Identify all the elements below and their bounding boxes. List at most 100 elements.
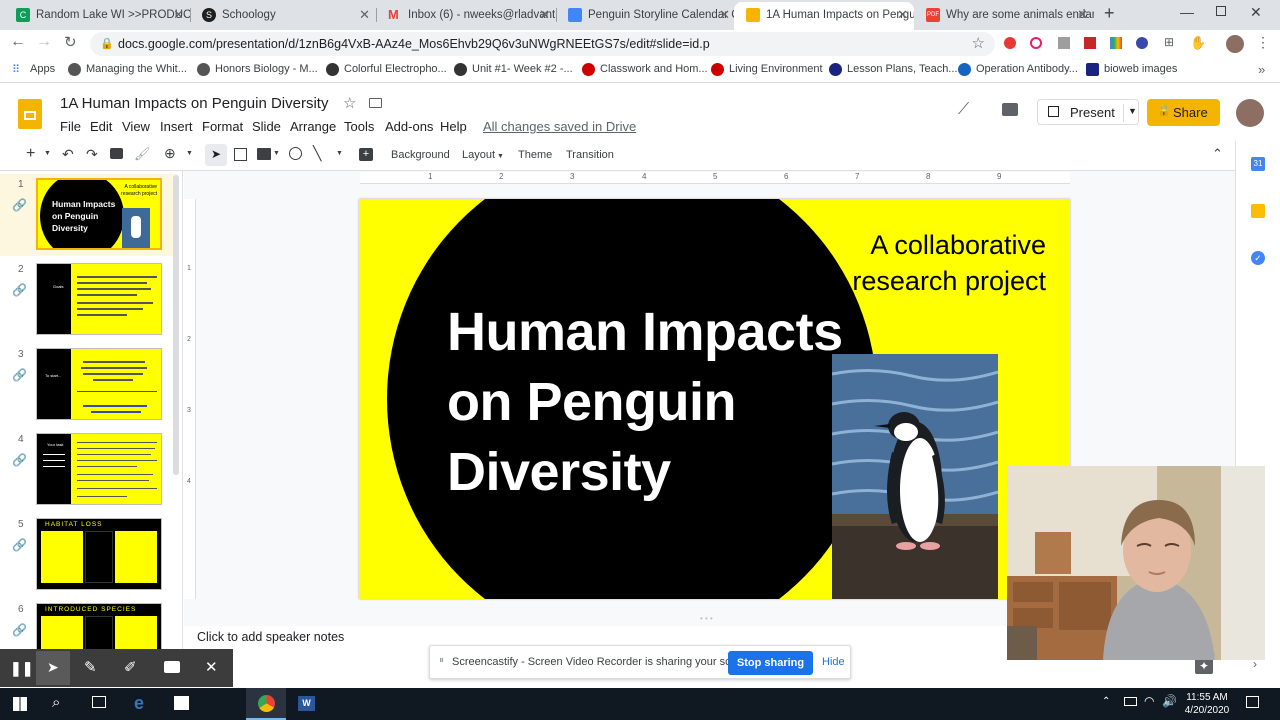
line-icon[interactable]: ╲ (313, 145, 321, 162)
slide-thumbnail[interactable]: Habitat Loss (36, 518, 162, 590)
minimize-button[interactable]: — (1180, 4, 1194, 20)
filmstrip-slide-6[interactable]: 6 🔗 Introduced Species (0, 599, 178, 649)
zoom-icon[interactable]: ⊕ (164, 145, 176, 162)
webcam-toggle-icon[interactable] (164, 661, 180, 673)
account-avatar[interactable] (1236, 99, 1264, 127)
menu-view[interactable]: View (122, 119, 150, 134)
drag-handle-icon[interactable]: ⏸ (439, 655, 444, 666)
collapse-toolbar-icon[interactable]: ⌃ (1212, 146, 1223, 162)
menu-arrange[interactable]: Arrange (290, 119, 336, 134)
select-tool-button[interactable]: ➤ (205, 144, 227, 166)
activity-trend-icon[interactable]: ⟋ (958, 101, 969, 119)
tray-expand-icon[interactable]: ⌃ (1102, 696, 1110, 707)
slide-subtitle-text[interactable]: A collaborative research project (806, 227, 1046, 299)
slide-thumbnail[interactable]: Human Impacts on Penguin Diversity A col… (36, 178, 162, 250)
extension-icon[interactable] (1058, 37, 1070, 49)
browser-tab-penguin-calendar[interactable]: Penguin Storyline Calendar C ✕ (556, 2, 736, 30)
extension-icon[interactable] (1110, 37, 1122, 49)
slide-thumbnail[interactable]: Goals (36, 263, 162, 335)
bookmark-item[interactable]: Lesson Plans, Teach... (829, 63, 957, 76)
filmstrip-slide-3[interactable]: 3 🔗 To start... (0, 344, 178, 428)
maximize-button[interactable] (1216, 6, 1226, 16)
cursor-tool-button[interactable]: ➤ (36, 651, 70, 685)
new-slide-plus-icon[interactable]: + (26, 145, 35, 163)
print-icon[interactable] (110, 148, 123, 159)
slides-logo-icon[interactable] (18, 99, 42, 129)
current-slide[interactable]: Human Impacts on Penguin Diversity A col… (359, 199, 1070, 599)
extension-icon[interactable] (1030, 37, 1042, 49)
bookmark-item[interactable]: Living Environment (711, 63, 823, 76)
calendar-icon[interactable]: 31 (1251, 157, 1265, 171)
address-bar[interactable]: 🔒 docs.google.com/presentation/d/1znB6g4… (90, 32, 995, 56)
clock[interactable]: 11:55 AM 4/20/2020 (1184, 691, 1230, 717)
menu-format[interactable]: Format (202, 119, 243, 134)
browser-tab-why-animals[interactable]: PDF Why are some animals endan ✕ (914, 2, 1094, 30)
bookmark-item[interactable]: Colorful Electropho... (326, 63, 447, 76)
menu-addons[interactable]: Add-ons (385, 119, 433, 134)
tab-close-icon[interactable]: ✕ (539, 2, 550, 28)
penguin-image[interactable] (832, 354, 998, 599)
present-button[interactable]: Present ▼ (1037, 99, 1139, 125)
slide-thumbnail[interactable]: To start... (36, 348, 162, 420)
extension-icon[interactable] (1004, 37, 1016, 49)
bookmarks-overflow-icon[interactable]: » (1258, 62, 1265, 77)
store-taskbar-button[interactable] (162, 688, 202, 720)
bookmark-item[interactable]: Unit #1- Week #2 -... (454, 63, 573, 76)
image-icon[interactable] (257, 148, 271, 160)
new-tab-button[interactable]: + (1104, 3, 1115, 24)
bookmark-star-icon[interactable]: ☆ (972, 34, 985, 52)
tasks-icon[interactable]: ✓ (1251, 251, 1265, 265)
shape-icon[interactable] (289, 147, 302, 160)
filmstrip-slide-1[interactable]: 1 🔗 Human Impacts on Penguin Diversity A… (0, 174, 178, 256)
reload-icon[interactable]: ↻ (64, 33, 77, 51)
new-slide-dropdown-icon[interactable]: ▼ (44, 150, 51, 157)
search-button[interactable]: ⌕ (40, 688, 80, 720)
vertical-ruler[interactable]: 1 2 3 4 (184, 199, 196, 599)
background-button[interactable]: Background (391, 149, 450, 161)
layout-button[interactable]: Layout ▼ (462, 149, 504, 161)
move-folder-icon[interactable] (369, 98, 382, 108)
transition-button[interactable]: Transition (566, 149, 614, 161)
line-dropdown-icon[interactable]: ▼ (336, 150, 343, 157)
pen-icon[interactable]: ✎ (84, 658, 97, 676)
battery-icon[interactable] (1124, 697, 1137, 706)
bookmark-item[interactable]: Managing the Whit... (68, 63, 187, 76)
present-dropdown-icon[interactable]: ▼ (1128, 106, 1137, 116)
filmstrip-slide-4[interactable]: 4 🔗 Your task (0, 429, 178, 513)
comments-icon[interactable] (1002, 103, 1018, 116)
tab-close-icon[interactable]: ✕ (719, 2, 730, 28)
extensions-grid-icon[interactable]: ⊞ (1164, 35, 1174, 49)
eraser-icon[interactable]: ✐ (124, 658, 137, 676)
bookmark-item[interactable]: Honors Biology - M... (197, 63, 318, 76)
tab-close-icon[interactable]: ✕ (359, 2, 370, 28)
menu-file[interactable]: File (60, 119, 81, 134)
filmstrip-scrollbar[interactable] (173, 175, 179, 475)
webcam-overlay[interactable] (1007, 466, 1265, 660)
wifi-icon[interactable]: ◠ (1144, 694, 1154, 708)
notifications-icon[interactable] (1246, 696, 1259, 708)
filmstrip-slide-2[interactable]: 2 🔗 Goals (0, 259, 178, 343)
close-window-button[interactable]: ✕ (1250, 4, 1262, 21)
paint-format-icon[interactable]: 🖌 (134, 146, 151, 162)
menu-edit[interactable]: Edit (90, 119, 112, 134)
tab-close-icon[interactable]: ✕ (897, 2, 908, 28)
bookmark-item[interactable]: Operation Antibody... (958, 63, 1078, 76)
word-taskbar-button[interactable]: W (286, 688, 326, 720)
menu-tools[interactable]: Tools (344, 119, 374, 134)
text-box-icon[interactable] (234, 148, 247, 161)
slide-title-text[interactable]: Human Impacts on Penguin Diversity (447, 297, 847, 507)
bookmark-item[interactable]: Classwork and Hom... (582, 63, 708, 76)
close-toolbar-icon[interactable]: ✕ (205, 658, 218, 676)
browser-tab-human-impacts[interactable]: 1A Human Impacts on Pengu ✕ (734, 2, 914, 30)
windows-start-button[interactable] (0, 688, 40, 720)
star-icon[interactable]: ☆ (343, 94, 356, 112)
extension-hand-icon[interactable]: ✋ (1190, 35, 1206, 51)
zoom-dropdown-icon[interactable]: ▼ (186, 150, 193, 157)
image-dropdown-icon[interactable]: ▼ (273, 150, 280, 157)
hide-button[interactable]: Hide (822, 656, 845, 668)
notes-resize-handle[interactable]: • • • (700, 614, 713, 623)
horizontal-ruler[interactable]: 1 2 3 4 5 6 7 8 9 (360, 172, 1070, 184)
task-view-button[interactable] (80, 688, 120, 720)
bookmark-item[interactable]: bioweb images (1086, 63, 1177, 76)
document-title[interactable]: 1A Human Impacts on Penguin Diversity (60, 95, 328, 112)
